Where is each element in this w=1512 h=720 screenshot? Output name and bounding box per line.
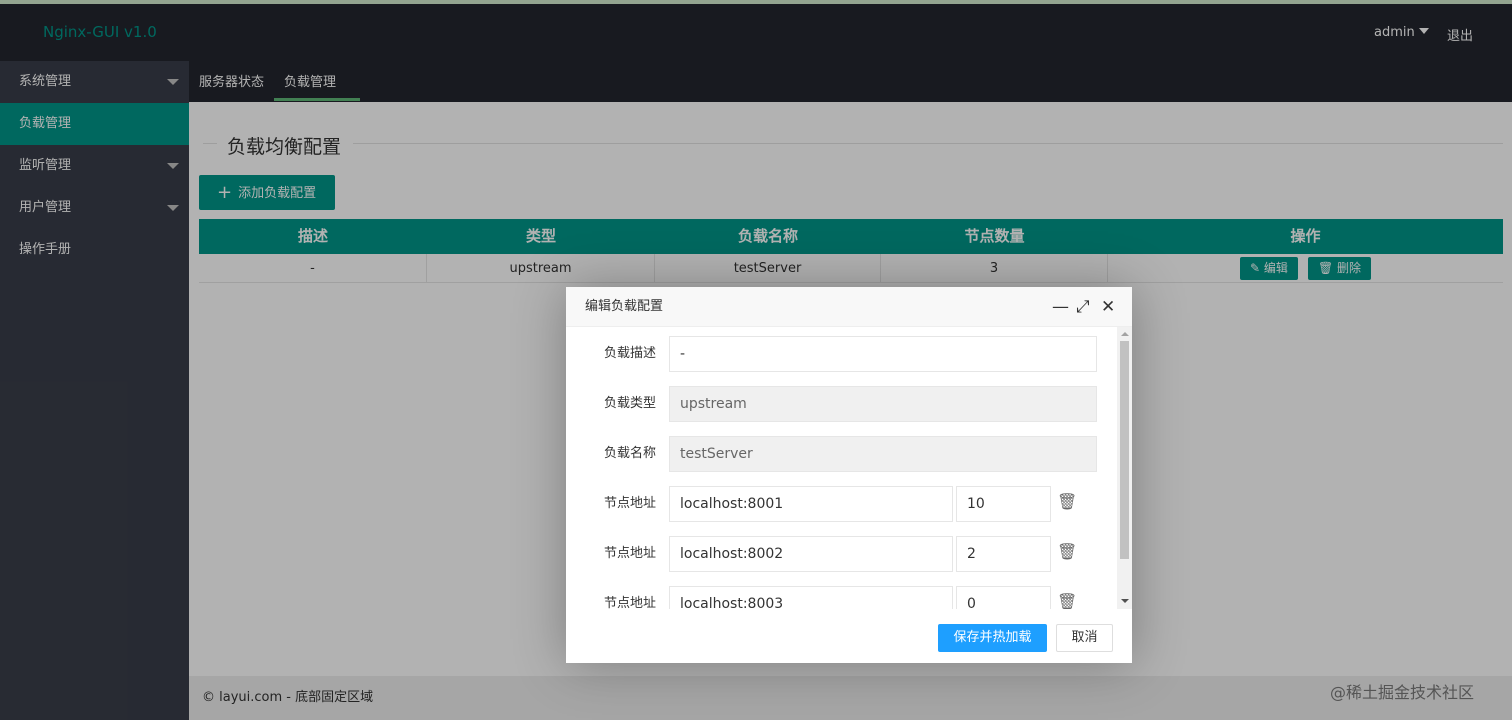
cancel-button[interactable]: 取消 [1056,624,1113,652]
node-weight-input[interactable]: 2 [956,536,1051,572]
node-label: 节点地址 [603,546,656,561]
form-row-node: 节点地址 localhost:8002 2 🗑 [566,536,1132,572]
node-weight-input[interactable]: 10 [956,486,1051,522]
dialog-title: 编辑负载配置 [585,299,664,314]
desc-input[interactable]: - [669,336,1097,372]
node-address-input[interactable]: localhost:8003 [669,586,953,609]
trash-icon[interactable]: 🗑 [1057,592,1077,609]
scroll-thumb[interactable] [1120,341,1129,559]
node-label: 节点地址 [603,596,656,609]
desc-label: 负载描述 [603,346,656,361]
scroll-down-icon[interactable] [1121,599,1129,603]
scroll-up-icon[interactable] [1121,332,1129,336]
name-input: testServer [669,436,1097,472]
type-label: 负载类型 [603,396,656,411]
maximize-icon[interactable]: ⤢ [1076,287,1090,327]
close-icon[interactable]: ✕ [1101,287,1115,327]
name-label: 负载名称 [603,446,656,461]
edit-config-dialog: 编辑负载配置 — ⤢ ✕ 负载描述 - 负载类型 upstream 负载名称 t… [566,287,1132,663]
dialog-scrollbar[interactable] [1117,327,1132,609]
dialog-header: 编辑负载配置 — ⤢ ✕ [566,287,1132,327]
node-address-input[interactable]: localhost:8002 [669,536,953,572]
trash-icon[interactable]: 🗑 [1057,542,1077,561]
form-row-desc: 负载描述 - [566,336,1132,372]
form-row-node: 节点地址 localhost:8003 0 🗑 [566,586,1132,609]
form-row-node: 节点地址 localhost:8001 10 🗑 [566,486,1132,522]
trash-icon[interactable]: 🗑 [1057,492,1077,511]
dialog-body: 负载描述 - 负载类型 upstream 负载名称 testServer 节点地… [566,327,1132,609]
node-label: 节点地址 [603,496,656,511]
form-row-name: 负载名称 testServer [566,436,1132,472]
node-weight-input[interactable]: 0 [956,586,1051,609]
form-row-type: 负载类型 upstream [566,386,1132,422]
watermark: @稀土掘金技术社区 [1330,683,1475,702]
minimize-icon[interactable]: — [1052,287,1069,327]
save-reload-button[interactable]: 保存并热加载 [938,624,1047,652]
node-address-input[interactable]: localhost:8001 [669,486,953,522]
type-input: upstream [669,386,1097,422]
